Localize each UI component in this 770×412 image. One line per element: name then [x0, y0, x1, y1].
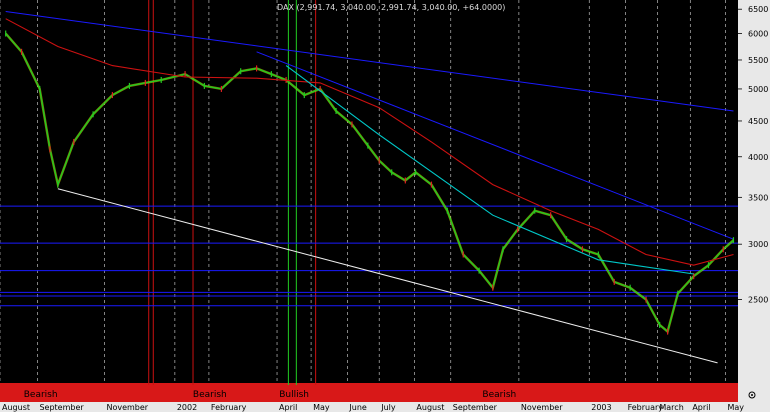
- x-tick-label: April: [692, 403, 710, 412]
- x-tick-label: May: [313, 403, 330, 412]
- x-tick-label: February: [211, 403, 247, 412]
- y-tick-label: 4000: [748, 153, 768, 162]
- y-tick-label: 5000: [748, 85, 768, 94]
- signal-label: Bearish: [193, 390, 227, 400]
- y-tick-label: 6500: [748, 5, 768, 14]
- x-tick-label: March: [659, 403, 683, 412]
- y-tick-label: 3500: [748, 193, 768, 202]
- x-tick-label: 2002: [177, 403, 197, 412]
- signal-label: Bearish: [482, 390, 516, 400]
- plot-area: [0, 0, 738, 388]
- y-tick-label: 5500: [748, 56, 768, 65]
- x-tick-label: November: [106, 403, 148, 412]
- x-tick-label: November: [521, 403, 563, 412]
- x-tick-label: February: [628, 403, 664, 412]
- x-tick-label: September: [453, 403, 498, 412]
- x-tick-label: April: [279, 403, 297, 412]
- x-tick-label: August: [416, 403, 444, 412]
- x-tick-label: August: [2, 403, 30, 412]
- y-tick-label: 6000: [748, 30, 768, 39]
- x-tick-label: 2003: [591, 403, 611, 412]
- signal-label: Bearish: [24, 390, 58, 400]
- chart-title: DAX (2,991.74, 3,040.00, 2,991.74, 3,040…: [277, 3, 505, 12]
- signal-label: Bullish: [279, 390, 309, 400]
- dax-chart: 2500 3000 3500 4000 4500 5000 5500 6000 6500 Augu…: [0, 0, 770, 412]
- y-tick-label: 4500: [748, 117, 768, 126]
- x-tick-label: June: [348, 403, 367, 412]
- y-tick-label: 3000: [748, 240, 768, 249]
- y-tick-label: 2500: [748, 296, 768, 305]
- signal-strip: [0, 383, 738, 402]
- x-tick-label: July: [380, 403, 396, 412]
- x-tick-label: May: [728, 403, 745, 412]
- x-tick-label: September: [39, 403, 84, 412]
- chart-window: 2500 3000 3500 4000 4500 5000 5500 6000 6500 Augu…: [0, 0, 770, 412]
